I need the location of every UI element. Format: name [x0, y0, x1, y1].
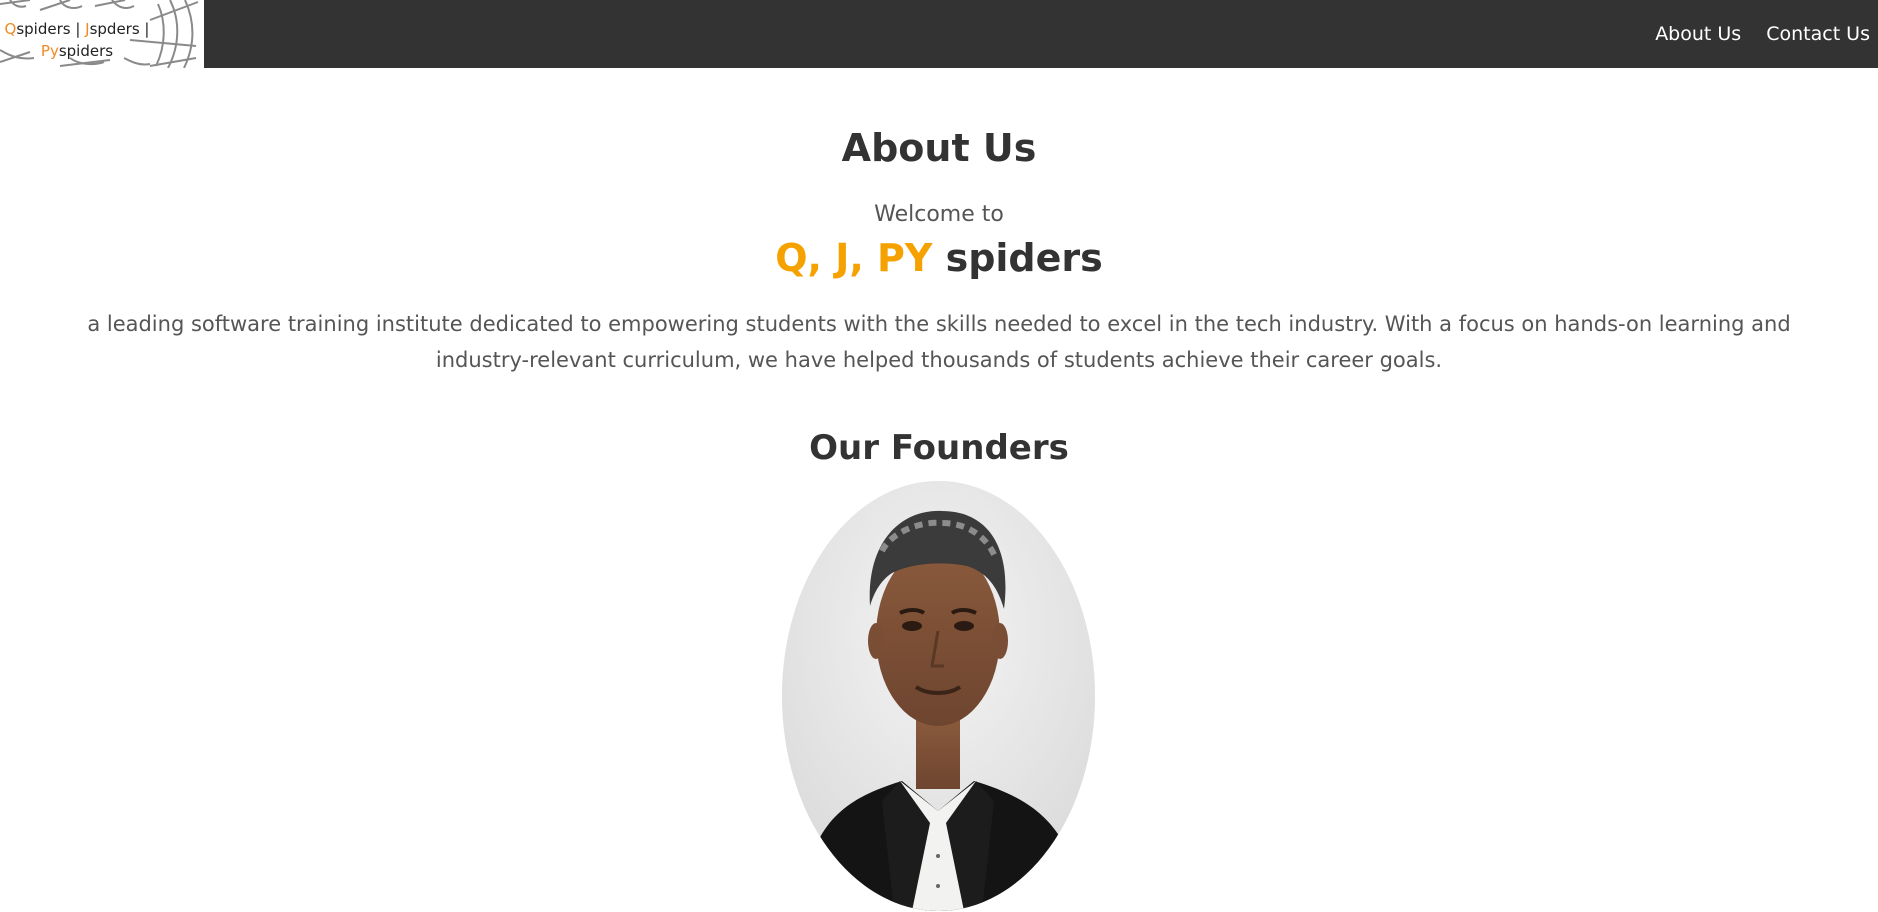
nav-contact-us-link[interactable]: Contact Us [1766, 23, 1870, 45]
founders-heading: Our Founders [809, 428, 1069, 468]
site-logo[interactable]: Qspiders | Jspders | Pyspiders [0, 0, 204, 68]
founder-photo [782, 481, 1095, 911]
logo-letter-q: Q [4, 20, 17, 38]
main-nav: About Us Contact Us [1655, 0, 1870, 68]
brand-heading: Q, J, PY spiders [0, 234, 1878, 282]
founder-portrait-image [782, 481, 1095, 911]
brand-highlight: Q, J, PY [775, 236, 933, 280]
welcome-text: Welcome to [874, 202, 1004, 227]
logo-text-part: spiders | [16, 20, 86, 38]
logo-text-part: spders | [89, 20, 150, 38]
brand-rest: spiders [932, 236, 1103, 280]
logo-letters-py: Py [40, 42, 59, 60]
page-title: About Us [841, 126, 1037, 170]
about-description: a leading software training institute de… [87, 312, 1791, 372]
nav-about-us-link[interactable]: About Us [1655, 23, 1741, 45]
top-navbar: Qspiders | Jspders | Pyspiders About Us … [0, 0, 1878, 68]
logo-text-part: spiders [58, 42, 114, 60]
logo-text: Qspiders | Jspders | Pyspiders [0, 18, 154, 62]
